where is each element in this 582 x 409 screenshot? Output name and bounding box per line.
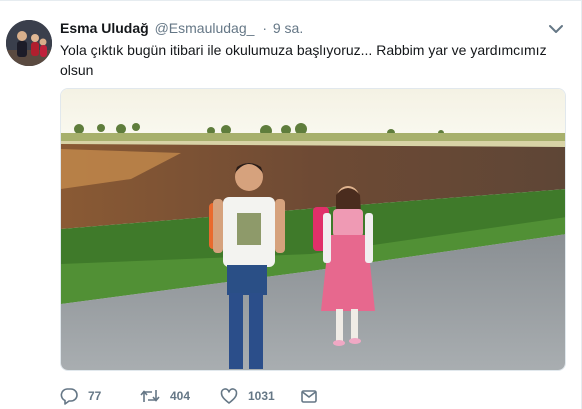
tweet-text: Yola çıktık bugün itibari ile okulumuza …	[60, 42, 547, 78]
direct-message-button[interactable]	[300, 384, 318, 408]
envelope-icon	[300, 387, 318, 405]
reply-icon	[60, 387, 78, 405]
tweet-timestamp[interactable]: 9 sa.	[273, 20, 303, 36]
separator-dot: ·	[262, 20, 267, 36]
tweet-media-photo[interactable]	[60, 88, 566, 371]
top-divider	[0, 0, 582, 1]
chevron-down-icon[interactable]	[548, 22, 564, 34]
retweet-count: 404	[170, 389, 191, 403]
author-name[interactable]: Esma Uludağ	[60, 20, 149, 36]
like-count: 1031	[248, 389, 275, 403]
tweet-header: Esma Uludağ @Esmauludag_ · 9 sa.	[60, 19, 303, 37]
retweet-icon	[140, 387, 160, 405]
heart-icon	[220, 387, 238, 405]
reply-count: 77	[88, 389, 102, 403]
reply-button[interactable]: 77	[60, 384, 101, 408]
retweet-button[interactable]: 404	[140, 384, 190, 408]
avatar[interactable]	[6, 20, 52, 66]
author-handle[interactable]: @Esmauludag_	[155, 20, 255, 36]
like-button[interactable]: 1031	[220, 384, 275, 408]
